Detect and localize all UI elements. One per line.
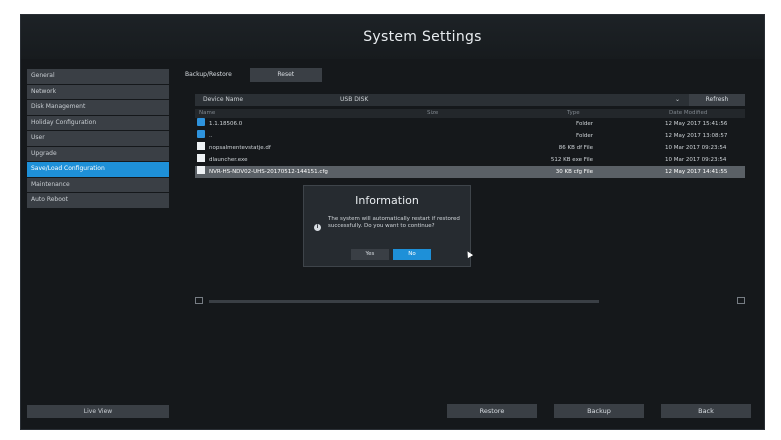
device-name-label: Device Name <box>203 96 244 103</box>
scroll-right-button[interactable] <box>737 297 745 304</box>
sidebar-item-general[interactable]: General <box>27 69 169 84</box>
column-header-name[interactable]: Name <box>199 109 215 118</box>
sidebar-item-upgrade[interactable]: Upgrade <box>27 146 169 161</box>
file-type: 30 KB cfg File <box>555 169 593 175</box>
file-type: 86 KB df File <box>558 145 593 151</box>
file-name: NVR-HS-NDV02-UHS-20170512-144151.cfg <box>209 169 328 175</box>
settings-screen: System Settings General Network Disk Man… <box>20 14 765 430</box>
file-type: 512 KB exe File <box>550 157 593 163</box>
live-view-button[interactable]: Live View <box>27 405 169 418</box>
table-row[interactable]: 1.1.18506.0 Folder 12 May 2017 15:41:56 <box>195 118 745 130</box>
file-name: dlauncher.exe <box>209 157 248 163</box>
sidebar-item-save-load-configuration[interactable]: Save/Load Configuration <box>27 162 169 177</box>
frame: System Settings General Network Disk Man… <box>0 0 781 440</box>
restore-button[interactable]: Restore <box>447 404 537 418</box>
file-table: Name Size Type Date Modified 1.1.18506.0… <box>195 109 745 178</box>
file-name: 1.1.18506.0 <box>209 121 243 127</box>
scroll-track[interactable] <box>209 300 599 303</box>
tab-backup-restore[interactable]: Backup/Restore <box>181 68 242 82</box>
horizontal-scrollbar[interactable] <box>195 297 745 305</box>
no-button[interactable]: No <box>393 249 431 260</box>
sidebar-item-maintenance[interactable]: Maintenance <box>27 177 169 192</box>
table-row-selected[interactable]: NVR-HS-NDV02-UHS-20170512-144151.cfg 30 … <box>195 166 745 178</box>
column-header-date[interactable]: Date Modified <box>669 109 707 118</box>
device-name-value: USB DISK <box>340 96 369 103</box>
column-header-size[interactable]: Size <box>427 109 438 118</box>
file-name: .. <box>209 133 213 139</box>
scroll-left-button[interactable] <box>195 297 203 304</box>
column-header-type[interactable]: Type <box>567 109 580 118</box>
sidebar-item-disk-management[interactable]: Disk Management <box>27 100 169 115</box>
file-date: 12 May 2017 15:41:56 <box>665 121 728 127</box>
back-button[interactable]: Back <box>661 404 751 418</box>
dialog-message: The system will automatically restart if… <box>328 216 460 229</box>
sidebar-item-user[interactable]: User <box>27 131 169 146</box>
file-date: 12 May 2017 14:41:55 <box>665 169 728 175</box>
table-row[interactable]: .. Folder 12 May 2017 13:08:57 <box>195 130 745 142</box>
refresh-button[interactable]: Refresh <box>689 94 745 106</box>
dialog-title: Information <box>355 194 419 207</box>
table-header: Name Size Type Date Modified <box>195 109 745 118</box>
folder-icon <box>197 118 205 126</box>
sidebar-item-holiday-configuration[interactable]: Holiday Configuration <box>27 115 169 130</box>
page-title: System Settings <box>363 29 482 45</box>
file-type: Folder <box>576 121 593 127</box>
folder-icon <box>197 130 205 138</box>
info-icon: i <box>314 224 321 231</box>
file-date: 10 Mar 2017 09:23:54 <box>665 157 727 163</box>
file-icon <box>197 142 205 150</box>
sidebar-item-auto-reboot[interactable]: Auto Reboot <box>27 193 169 208</box>
tab-reset[interactable]: Reset <box>249 68 322 82</box>
file-date: 12 May 2017 13:08:57 <box>665 133 728 139</box>
file-icon <box>197 166 205 174</box>
table-row[interactable]: dlauncher.exe 512 KB exe File 10 Mar 201… <box>195 154 745 166</box>
backup-button[interactable]: Backup <box>554 404 644 418</box>
tab-bar: Backup/Restore Reset <box>181 68 322 82</box>
file-icon <box>197 154 205 162</box>
table-row[interactable]: nopsalmentevstatje.df 86 KB df File 10 M… <box>195 142 745 154</box>
title-bar: System Settings <box>21 15 764 59</box>
device-selector[interactable]: Device Name USB DISK ⌄ <box>195 94 745 106</box>
sidebar: General Network Disk Management Holiday … <box>27 69 169 209</box>
file-type: Folder <box>576 133 593 139</box>
yes-button[interactable]: Yes <box>351 249 389 260</box>
information-dialog: Information i The system will automatica… <box>303 185 471 267</box>
file-name: nopsalmentevstatje.df <box>209 145 271 151</box>
chevron-down-icon: ⌄ <box>675 96 681 103</box>
sidebar-item-network[interactable]: Network <box>27 84 169 99</box>
file-date: 10 Mar 2017 09:23:54 <box>665 145 727 151</box>
